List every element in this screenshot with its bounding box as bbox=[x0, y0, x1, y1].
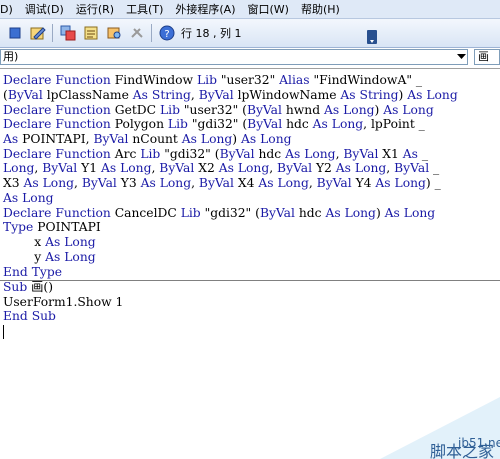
object-browser-icon[interactable] bbox=[106, 25, 122, 41]
procedure-dropdown[interactable]: 画 bbox=[474, 49, 500, 65]
menu-item-tools[interactable]: 工具(T) bbox=[121, 1, 170, 17]
code-line: Long, ByVal Y1 As Long, ByVal X2 As Long… bbox=[3, 161, 440, 175]
menu-item-view[interactable]: D) bbox=[0, 3, 20, 16]
code-line: X3 As Long, ByVal Y3 As Long, ByVal X4 A… bbox=[3, 176, 441, 190]
code-line: End Type bbox=[3, 265, 63, 279]
code-line: Declare Function Polygon Lib "gdi32" (By… bbox=[3, 117, 425, 131]
menu-item-run[interactable]: 运行(R) bbox=[71, 1, 121, 17]
code-line: (ByVal lpClassName As String, ByVal lpWi… bbox=[3, 88, 458, 102]
code-line: x As Long bbox=[3, 235, 96, 249]
code-line: Sub 画() bbox=[3, 280, 54, 294]
code-editor[interactable]: Declare Function FindWindow Lib "user32"… bbox=[0, 69, 500, 459]
code-line: Declare Function GetDC Lib "user32" (ByV… bbox=[3, 103, 434, 117]
code-line: Declare Function FindWindow Lib "user32"… bbox=[3, 73, 423, 87]
project-explorer-icon[interactable] bbox=[60, 25, 76, 41]
code-line: UserForm1.Show 1 bbox=[3, 295, 124, 309]
code-line: Declare Function Arc Lib "gdi32" (ByVal … bbox=[3, 147, 429, 161]
cursor-position-label: 行 18 , 列 1 bbox=[181, 27, 242, 40]
toolbar-options-grip[interactable] bbox=[367, 30, 377, 44]
design-mode-icon[interactable] bbox=[30, 25, 46, 41]
menu-item-addins[interactable]: 外接程序(A) bbox=[170, 1, 242, 17]
stop-icon[interactable] bbox=[7, 25, 23, 41]
code-line: End Sub bbox=[3, 309, 56, 323]
site-watermark: jb51.net 脚本之家 bbox=[380, 397, 500, 459]
toolbar-separator bbox=[52, 24, 53, 42]
text-caret bbox=[3, 325, 4, 339]
watermark-name: 脚本之家 bbox=[430, 442, 494, 459]
help-icon[interactable]: ? bbox=[159, 25, 175, 41]
chevron-down-icon[interactable] bbox=[454, 50, 468, 64]
code-line: As POINTAPI, ByVal nCount As Long) As Lo… bbox=[3, 132, 292, 146]
menu-item-debug[interactable]: 调试(D) bbox=[20, 1, 71, 17]
code-window-header: 用) 画 bbox=[0, 48, 500, 69]
procedure-separator bbox=[0, 280, 500, 281]
menu-item-window[interactable]: 窗口(W) bbox=[242, 1, 295, 17]
menu-bar: D) 调试(D) 运行(R) 工具(T) 外接程序(A) 窗口(W) 帮助(H) bbox=[0, 0, 500, 19]
toolbar-separator bbox=[151, 24, 152, 42]
object-dropdown[interactable]: 用) bbox=[0, 49, 468, 65]
code-line: y As Long bbox=[3, 250, 96, 264]
svg-text:?: ? bbox=[164, 29, 169, 40]
menu-item-help[interactable]: 帮助(H) bbox=[296, 1, 347, 17]
toolbox-icon[interactable] bbox=[129, 25, 145, 41]
properties-window-icon[interactable] bbox=[83, 25, 99, 41]
code-line: As Long bbox=[3, 191, 54, 205]
standard-toolbar: ? 行 18 , 列 1 bbox=[0, 19, 500, 48]
code-line: Declare Function CancelDC Lib "gdi32" (B… bbox=[3, 206, 436, 220]
code-line: Type POINTAPI bbox=[3, 220, 101, 234]
